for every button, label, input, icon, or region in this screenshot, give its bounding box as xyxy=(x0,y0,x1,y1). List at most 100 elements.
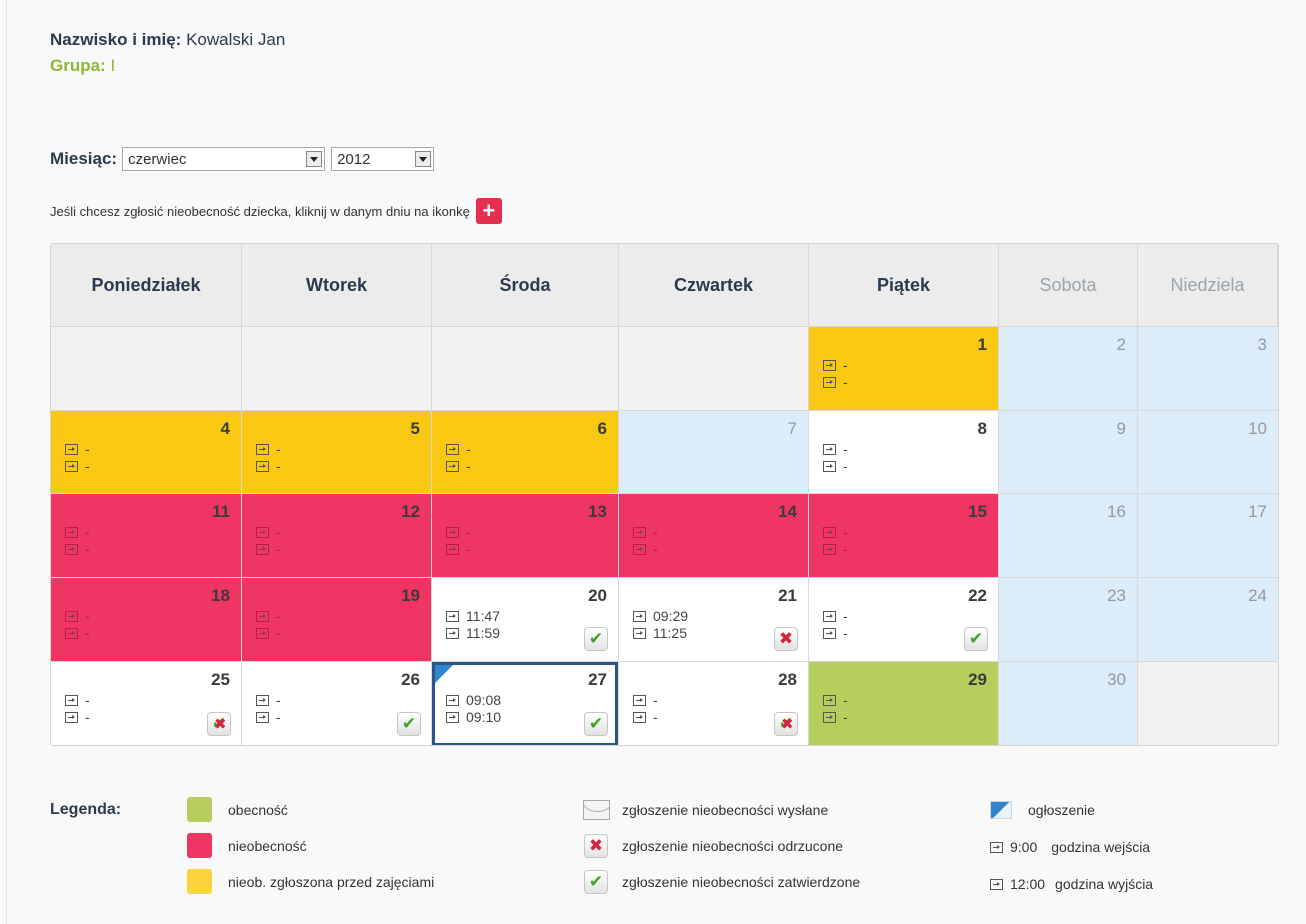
chevron-down-icon[interactable] xyxy=(415,151,432,167)
time-lines: -- xyxy=(256,524,281,558)
entry-time: - xyxy=(653,692,658,708)
day-cell[interactable]: 26 - - ✔ xyxy=(242,662,432,745)
approved-check-icon[interactable]: ✔ xyxy=(584,712,608,736)
exit-time-row: - xyxy=(65,625,90,642)
entry-time-row: - xyxy=(823,441,848,458)
legend-report-approved-label: zgłoszenie nieobecności zatwierdzone xyxy=(622,874,861,890)
entry-time-row: 09:08 xyxy=(446,692,501,709)
day-cell[interactable]: 20 11:47 11:59 ✔ xyxy=(432,578,619,662)
legend-entry-time-label: godzina wejścia xyxy=(1051,839,1151,855)
day-cell[interactable]: 10 xyxy=(1138,411,1278,494)
day-cell[interactable]: 8 -- xyxy=(809,411,999,494)
entry-icon xyxy=(633,527,646,538)
entry-time-row: - xyxy=(446,524,471,541)
day-cell[interactable]: 18 - - xyxy=(51,578,242,662)
day-cell[interactable]: 28 - - ✔ ✖ xyxy=(619,662,809,745)
day-cell[interactable]: 29 - - xyxy=(809,662,999,745)
entry-icon xyxy=(823,444,836,455)
empty-day-cell xyxy=(242,327,432,411)
day-cell[interactable]: 19 - - xyxy=(242,578,432,662)
legend-title: Legenda: xyxy=(50,801,122,818)
time-lines: -- xyxy=(823,357,848,391)
empty-day-cell xyxy=(619,327,809,411)
entry-icon xyxy=(256,695,269,706)
envelope-icon xyxy=(582,797,610,823)
day-cell[interactable]: 9 xyxy=(999,411,1138,494)
approved-check-icon[interactable]: ✔ xyxy=(964,627,988,651)
entry-time: - xyxy=(466,441,471,457)
exit-icon xyxy=(446,712,459,723)
day-number: 12 xyxy=(401,502,420,521)
day-cell[interactable]: 27 09:08 09:10 ✔ xyxy=(432,662,619,745)
exit-time: - xyxy=(276,709,281,725)
day-cell[interactable]: 11 - - xyxy=(51,494,242,578)
day-cell[interactable]: 2 xyxy=(999,327,1138,411)
day-cell[interactable]: 13 - - xyxy=(432,494,619,578)
day-cell[interactable]: 25 - - ✔ ✖ xyxy=(51,662,242,745)
exit-time: - xyxy=(85,458,90,474)
day-cell[interactable]: 24 xyxy=(1138,578,1278,662)
day-cell[interactable]: 30 xyxy=(999,662,1138,745)
entry-icon xyxy=(633,611,646,622)
exit-icon xyxy=(990,878,1003,890)
day-cell[interactable]: 4 -- xyxy=(51,411,242,494)
entry-time-row: - xyxy=(823,608,848,625)
day-cell[interactable]: 1 -- xyxy=(809,327,999,411)
month-select-value: czerwiec xyxy=(128,150,187,168)
rejected-x-icon[interactable]: ✖ xyxy=(774,627,798,651)
mixed-status-icon[interactable]: ✔ ✖ xyxy=(207,712,231,736)
exit-icon xyxy=(65,712,78,723)
time-lines: 09:29 11:25 xyxy=(633,608,688,642)
day-cell[interactable]: 22 - - ✔ xyxy=(809,578,999,662)
exit-time-row: - xyxy=(823,625,848,642)
day-cell[interactable]: 14 - - xyxy=(619,494,809,578)
day-cell[interactable]: 15 - - xyxy=(809,494,999,578)
entry-icon xyxy=(65,611,78,622)
day-number: 30 xyxy=(1107,670,1126,689)
legend-report-rejected: ✖ zgłoszenie nieobecności odrzucone xyxy=(582,833,843,859)
entry-time: - xyxy=(466,524,471,540)
mixed-status-icon[interactable]: ✔ ✖ xyxy=(774,712,798,736)
exit-icon xyxy=(823,377,836,388)
exit-icon xyxy=(823,712,836,723)
legend-absence-reported: nieob. zgłoszona przed zajęciami xyxy=(187,869,434,894)
time-lines: -- xyxy=(446,524,471,558)
exit-icon xyxy=(446,544,459,555)
day-cell[interactable]: 21 09:29 11:25 ✖ xyxy=(619,578,809,662)
day-cell[interactable]: 23 xyxy=(999,578,1138,662)
day-cell[interactable]: 12 - - xyxy=(242,494,432,578)
day-cell[interactable]: 5 -- xyxy=(242,411,432,494)
approved-check-icon[interactable]: ✔ xyxy=(397,712,421,736)
absence-reported-swatch xyxy=(187,869,212,894)
day-number: 7 xyxy=(787,419,797,438)
report-hint-text: Jeśli chcesz zgłosić nieobecność dziecka… xyxy=(50,203,470,219)
entry-time: - xyxy=(843,441,848,457)
announcement-corner-icon[interactable] xyxy=(435,665,453,683)
day-cell[interactable]: 3 xyxy=(1138,327,1278,411)
approved-check-icon[interactable]: ✔ xyxy=(584,627,608,651)
time-lines: -- xyxy=(823,524,848,558)
empty-day-cell xyxy=(51,327,242,411)
exit-time: - xyxy=(85,541,90,557)
exit-time: - xyxy=(85,625,90,641)
entry-time: - xyxy=(276,608,281,624)
day-cell[interactable]: 6 -- xyxy=(432,411,619,494)
month-select[interactable]: czerwiec xyxy=(122,147,326,171)
exit-time: - xyxy=(843,625,848,641)
entry-time: - xyxy=(843,524,848,540)
entry-icon xyxy=(823,360,836,371)
day-cell[interactable]: 16 xyxy=(999,494,1138,578)
day-cell[interactable]: 7 xyxy=(619,411,809,494)
exit-time-row: - xyxy=(256,709,281,726)
legend-exit-time-label: godzina wyjścia xyxy=(1055,876,1154,892)
calendar-grid: Poniedziałek Wtorek Środa Czwartek Piątek Sob… xyxy=(51,244,1278,745)
chevron-down-icon[interactable] xyxy=(306,151,323,167)
name-label: Nazwisko i imię: xyxy=(50,30,182,49)
day-number: 9 xyxy=(1116,419,1126,438)
day-cell[interactable]: 17 xyxy=(1138,494,1278,578)
entry-time-row: - xyxy=(256,692,281,709)
entry-time-row: - xyxy=(823,524,848,541)
exit-icon xyxy=(633,628,646,639)
year-select[interactable]: 2012 xyxy=(331,147,435,171)
exit-time: 11:25 xyxy=(653,625,687,641)
